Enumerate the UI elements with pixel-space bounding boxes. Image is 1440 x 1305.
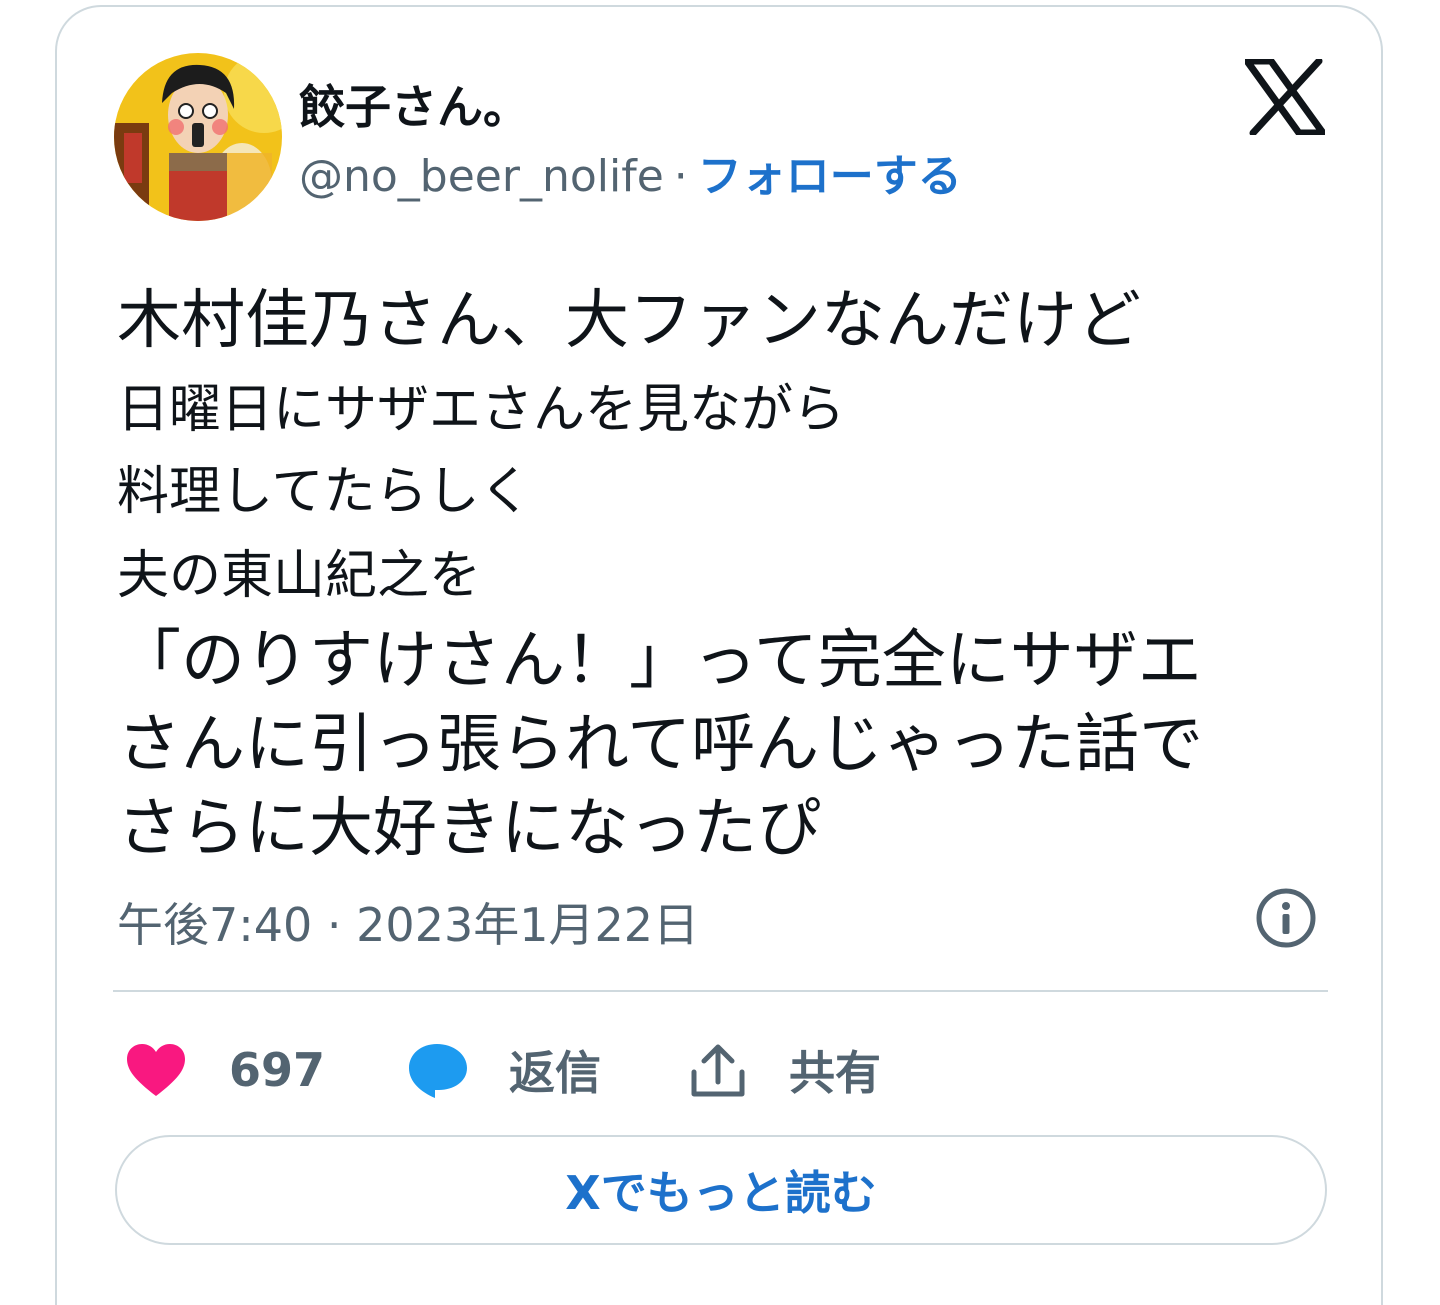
reply-label: 返信	[509, 1046, 601, 1100]
share-label: 共有	[789, 1046, 881, 1100]
speech-bubble-icon	[409, 1044, 467, 1098]
tweet-text-line: 日曜日にサザエさんを見ながら	[117, 380, 846, 440]
tweet-text-line: 「のりすけさん！」って完全にサザエ	[117, 624, 1202, 698]
share-upload-icon	[691, 1044, 745, 1097]
like-count: 697	[229, 1043, 326, 1097]
follow-button[interactable]: フォローする	[698, 151, 962, 202]
heart-icon	[127, 1044, 185, 1096]
author-handle-row: @no_beer_nolife · フォローする	[299, 149, 962, 205]
divider	[113, 990, 1328, 992]
separator-dot: ·	[673, 151, 688, 202]
tweet-text-line: さんに引っ張られて呼んじゃった話で	[117, 708, 1204, 782]
author-handle[interactable]: @no_beer_nolife	[299, 151, 664, 202]
avatar-image	[114, 53, 282, 221]
tweet-text-line: さらに大好きになったぴ	[117, 792, 821, 866]
reply-button[interactable]: 返信	[407, 1035, 601, 1105]
like-button[interactable]: 697	[125, 1035, 325, 1105]
tweet-text-line: 料理してたらしく	[117, 462, 532, 522]
tweet-text-line: 木村佳乃さん、大ファンなんだけど	[117, 284, 1141, 358]
avatar[interactable]	[114, 53, 282, 221]
tweet-timestamp[interactable]: 午後7:40 · 2023年1月22日	[117, 889, 699, 955]
tweet-text-line: 夫の東山紀之を	[117, 546, 482, 606]
read-more-on-x-button[interactable]: Xでもっと読む	[115, 1135, 1327, 1245]
tweet-embed-card: 餃子さん。 @no_beer_nolife · フォローする 木村佳乃さん、大ファン…	[55, 5, 1383, 1305]
author-display-name[interactable]: 餃子さん。	[299, 71, 529, 137]
info-icon[interactable]	[1255, 887, 1317, 949]
share-button[interactable]: 共有	[689, 1035, 881, 1105]
x-logo-icon[interactable]	[1245, 59, 1325, 135]
